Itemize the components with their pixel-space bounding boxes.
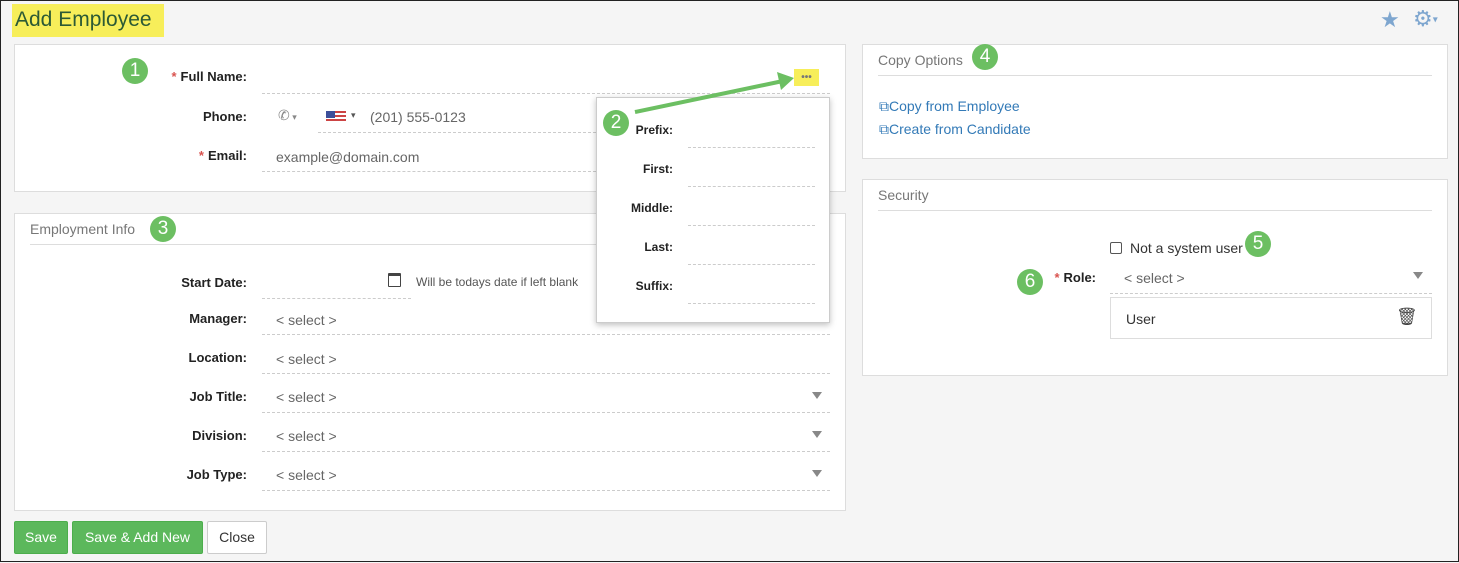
annotation-badge: 4 [972, 44, 998, 70]
annotation-arrow [634, 72, 794, 114]
annotation-badge: 3 [150, 216, 176, 242]
annotation-badge: 5 [1245, 231, 1271, 257]
annotation-badge: 2 [603, 110, 629, 136]
annotation-badge: 6 [1017, 269, 1043, 295]
annotation-badge: 1 [122, 58, 148, 84]
